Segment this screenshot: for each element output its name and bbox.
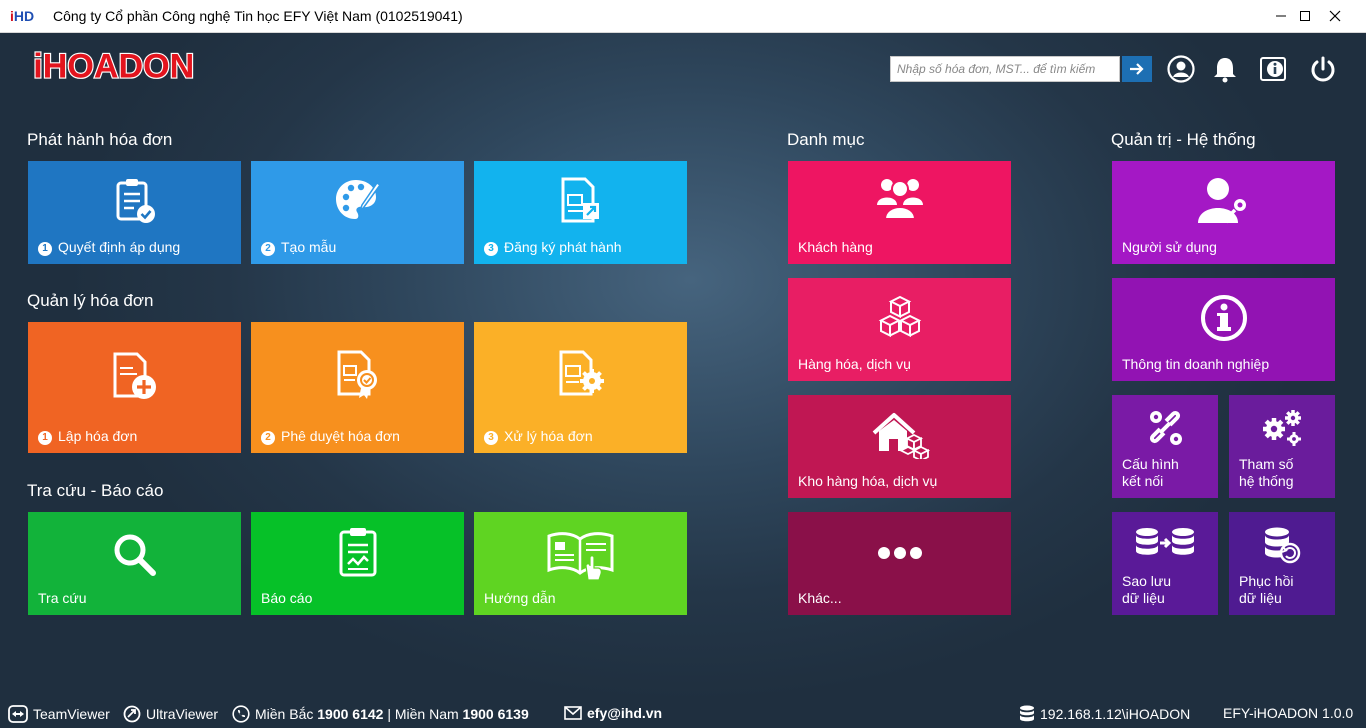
tile-label: Khác... <box>798 590 842 606</box>
palette-icon <box>335 180 381 219</box>
user-key-icon <box>1197 178 1248 224</box>
footer-bar: TeamViewer UltraViewer Miền Bắc 1900 614… <box>0 700 1366 728</box>
tile-hang-hoa-dich-vu[interactable]: Hàng hóa, dịch vụ <box>788 278 1011 381</box>
power-icon <box>1311 56 1335 82</box>
tile-xu-ly-hoa-don[interactable]: 3 Xử lý hóa đơn <box>474 322 687 453</box>
tile-label: Người sử dụng <box>1122 239 1217 255</box>
invoice-settings-icon <box>559 350 604 396</box>
phone-icon <box>232 705 250 723</box>
tile-label: Phê duyệt hóa đơn <box>281 428 400 444</box>
tile-tra-cuu[interactable]: Tra cứu <box>28 512 241 615</box>
teamviewer-link[interactable]: TeamViewer <box>8 705 110 723</box>
boxes-icon <box>878 295 921 338</box>
tile-label: Hàng hóa, dịch vụ <box>798 356 911 372</box>
database-backup-icon <box>1136 528 1194 555</box>
section-title-quan-tri: Quản trị - Hệ thống <box>1111 130 1256 149</box>
tile-bao-cao[interactable]: Báo cáo <box>251 512 464 615</box>
window-titlebar: iHD Công ty Cổ phần Công nghệ Tin học EF… <box>0 0 1366 33</box>
window-title: Công ty Cổ phần Công nghệ Tin học EFY Vi… <box>53 8 463 24</box>
tile-label: Xử lý hóa đơn <box>504 428 593 444</box>
link-config-icon <box>1149 410 1182 445</box>
notifications-button[interactable] <box>1210 54 1240 84</box>
tile-tham-so-he-thong[interactable]: Tham số hệ thống <box>1229 395 1335 498</box>
tile-nguoi-su-dung[interactable]: Người sử dụng <box>1112 161 1335 264</box>
app-icon: iHD <box>10 8 35 24</box>
tile-quyet-dinh-ap-dung[interactable]: 1 Quyết định áp dụng <box>28 161 241 264</box>
tile-tao-mau[interactable]: 2 Tạo mẫu <box>251 161 464 264</box>
tile-khac[interactable]: Khác... <box>788 512 1011 615</box>
tile-phe-duyet-hoa-don[interactable]: 2 Phê duyệt hóa đơn <box>251 322 464 453</box>
hotline-info: Miền Bắc 1900 6142 | Miền Nam 1900 6139 <box>232 705 529 723</box>
tile-phuc-hoi-du-lieu[interactable]: Phục hồi dữ liệu <box>1229 512 1335 615</box>
section-title-tra-cuu: Tra cứu - Báo cáo <box>27 481 164 500</box>
tile-label: Hướng dẫn <box>484 590 556 606</box>
tile-huong-dan[interactable]: Hướng dẫn <box>474 512 687 615</box>
warehouse-icon <box>872 413 930 459</box>
user-account-button[interactable] <box>1166 54 1196 84</box>
close-icon <box>1329 10 1341 22</box>
tile-khach-hang[interactable]: Khách hàng <box>788 161 1011 264</box>
database-icon <box>1020 705 1034 722</box>
more-dots-icon <box>877 547 922 559</box>
close-button[interactable] <box>1312 0 1358 32</box>
app-version: EFY-iHOADON 1.0.0 <box>1223 705 1354 721</box>
section-title-quan-ly: Quản lý hóa đơn <box>27 291 154 310</box>
teamviewer-icon <box>8 705 28 723</box>
invoice-add-icon <box>113 352 156 399</box>
invoice-approve-icon <box>337 350 377 399</box>
arrow-right-icon <box>1130 63 1144 75</box>
info-circle-icon <box>1200 295 1247 341</box>
clipboard-check-icon <box>116 179 155 223</box>
tile-lap-hoa-don[interactable]: 1 Lập hóa đơn <box>28 322 241 453</box>
mail-icon <box>564 706 582 720</box>
guide-book-icon <box>547 532 613 581</box>
section-title-phat-hanh: Phát hành hóa đơn <box>27 130 173 149</box>
tile-label: Lập hóa đơn <box>58 428 138 444</box>
logout-button[interactable] <box>1308 54 1338 84</box>
tile-thong-tin-doanh-nghiep[interactable]: Thông tin doanh nghiệp <box>1112 278 1335 381</box>
user-circle-icon <box>1167 55 1195 83</box>
search-button[interactable] <box>1122 56 1152 82</box>
tile-label: Thông tin doanh nghiệp <box>1122 356 1270 372</box>
logo-text: iHOADON <box>33 47 194 82</box>
ihoadon-logo: iHOADON <box>32 46 195 82</box>
tile-label: Báo cáo <box>261 590 313 606</box>
tile-label: Kho hàng hóa, dịch vụ <box>798 473 938 489</box>
maximize-icon <box>1300 11 1310 21</box>
section-title-danh-muc: Danh mục <box>787 130 865 149</box>
search-icon <box>114 534 156 576</box>
tile-dang-ky-phat-hanh[interactable]: 3 Đăng ký phát hành <box>474 161 687 264</box>
email-link[interactable]: efy@ihd.vn <box>564 705 662 721</box>
bell-icon <box>1214 58 1236 83</box>
tile-cau-hinh-ket-noi[interactable]: Cấu hình kết nối <box>1112 395 1218 498</box>
tile-label: Tạo mẫu <box>281 239 337 255</box>
tile-label: Đăng ký phát hành <box>504 239 622 255</box>
gears-icon <box>1263 410 1301 446</box>
server-info: 192.168.1.12\iHOADON <box>1019 705 1190 723</box>
tile-label: Quyết định áp dụng <box>58 239 181 255</box>
database-restore-icon <box>1265 527 1301 564</box>
customers-icon <box>876 179 923 220</box>
search-bar <box>890 56 1152 82</box>
ultraviewer-icon <box>123 705 141 723</box>
info-button[interactable] <box>1258 54 1288 84</box>
tile-sao-luu-du-lieu[interactable]: Sao lưu dữ liệu <box>1112 512 1218 615</box>
report-clipboard-icon <box>339 528 376 577</box>
info-book-icon <box>1260 57 1286 81</box>
tile-kho-hang-hoa-dich-vu[interactable]: Kho hàng hóa, dịch vụ <box>788 395 1011 498</box>
ultraviewer-link[interactable]: UltraViewer <box>123 705 218 723</box>
search-input[interactable] <box>890 56 1120 82</box>
tile-label: Khách hàng <box>798 239 873 255</box>
invoice-register-icon <box>561 177 599 223</box>
tile-label: Tra cứu <box>38 590 87 606</box>
